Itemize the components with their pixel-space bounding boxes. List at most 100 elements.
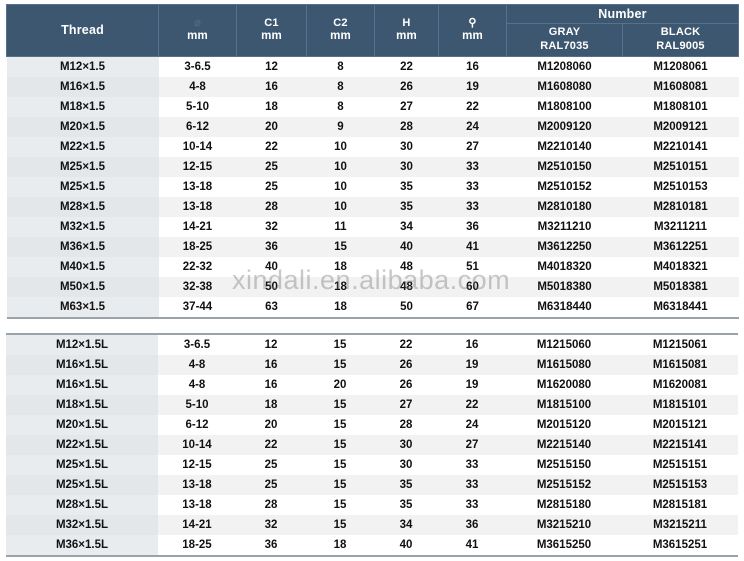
table-row: M40×1.5 22-32 40 18 48 51 M4018320 M4018321 (6, 256, 739, 277)
column-header-c2: C2 mm (306, 4, 375, 57)
cell-h: 35 (374, 474, 438, 495)
cell-part-number-gray: M2510150 (506, 156, 623, 177)
cell-h: 35 (374, 196, 439, 217)
cell-part-number-black: M3612251 (622, 236, 739, 257)
cell-c1: 25 (236, 474, 306, 495)
table-row: M12×1.5L 3-6.5 12 15 22 16 M1215060 M1215061 (6, 332, 738, 355)
cell-c2: 11 (306, 216, 375, 237)
cell-diameter-range: 6-12 (158, 116, 237, 137)
cell-part-number-gray: M2515150 (506, 454, 622, 475)
cell-thread: M20×1.5 (6, 116, 159, 137)
cell-h: 40 (374, 534, 438, 557)
cell-part-number-black: M1615081 (622, 354, 738, 375)
cell-diameter-range: 12-15 (158, 454, 236, 475)
cell-part-number-gray: M2810180 (506, 196, 623, 217)
cell-h: 35 (374, 494, 438, 515)
cell-part-number-black: M3615251 (622, 534, 738, 557)
cell-h: 30 (374, 434, 438, 455)
cell-part-number-gray: M1815100 (506, 394, 622, 415)
cell-spanner: 60 (438, 276, 507, 297)
table-row: M20×1.5 6-12 20 9 28 24 M2009120 M2009121 (6, 116, 739, 137)
cell-spanner: 51 (438, 256, 507, 277)
cell-part-number-gray: M1808100 (506, 96, 623, 117)
cell-part-number-black: M1208061 (622, 56, 739, 77)
cell-h: 28 (374, 116, 439, 137)
cell-thread: M40×1.5 (6, 256, 159, 277)
cell-spanner: 16 (438, 56, 507, 77)
cell-diameter-range: 4-8 (158, 374, 236, 395)
table-row: M32×1.5L 14-21 32 15 34 36 M3215210 M3215211 (6, 514, 738, 535)
spanner-unit: mm (462, 30, 483, 43)
cell-c2: 15 (306, 414, 374, 435)
cell-diameter-range: 10-14 (158, 136, 237, 157)
table-row: M25×1.5 12-15 25 10 30 33 M2510150 M2510151 (6, 156, 739, 177)
cell-thread: M16×1.5 (6, 76, 159, 97)
cell-part-number-black: M2815181 (622, 494, 738, 515)
cell-part-number-gray: M1615080 (506, 354, 622, 375)
cell-c1: 25 (236, 454, 306, 475)
cell-thread: M32×1.5 (6, 216, 159, 237)
cell-diameter-range: 13-18 (158, 474, 236, 495)
cell-c2: 15 (306, 474, 374, 495)
cell-thread: M50×1.5 (6, 276, 159, 297)
cell-c2: 15 (306, 332, 374, 355)
cell-part-number-black: M2215141 (622, 434, 738, 455)
cell-c1: 16 (236, 374, 306, 395)
cell-part-number-gray: M2515152 (506, 474, 622, 495)
cell-thread: M36×1.5 (6, 236, 159, 257)
cell-spanner: 33 (438, 196, 507, 217)
cell-part-number-black: M2210141 (622, 136, 739, 157)
cell-thread: M25×1.5L (6, 474, 158, 495)
cell-part-number-gray: M1208060 (506, 56, 623, 77)
cell-diameter-range: 13-18 (158, 494, 236, 515)
column-header-c1: C1 mm (236, 4, 307, 57)
cell-part-number-black: M1608081 (622, 76, 739, 97)
gray-name: GRAY (548, 26, 581, 38)
cell-c1: 25 (236, 156, 307, 177)
cell-diameter-range: 6-12 (158, 414, 236, 435)
cell-part-number-gray: M1608080 (506, 76, 623, 97)
table-body-standard: M12×1.5 3-6.5 12 8 22 16 M1208060 M1208061 M16×1… (6, 56, 739, 319)
cell-part-number-gray: M3612250 (506, 236, 623, 257)
table-row: M25×1.5 13-18 25 10 35 33 M2510152 M2510153 (6, 176, 739, 197)
cell-c1: 12 (236, 56, 307, 77)
cell-thread: M20×1.5L (6, 414, 158, 435)
cell-diameter-range: 5-10 (158, 394, 236, 415)
cell-part-number-black: M5018381 (622, 276, 739, 297)
table-body-long: M12×1.5L 3-6.5 12 15 22 16 M1215060 M1215061 M16… (6, 332, 738, 557)
cell-thread: M25×1.5 (6, 176, 159, 197)
cell-c1: 63 (236, 296, 307, 319)
h-label: H (402, 17, 411, 30)
cell-h: 35 (374, 176, 439, 197)
cell-spanner: 24 (438, 414, 506, 435)
cell-part-number-black: M2810181 (622, 196, 739, 217)
cell-c1: 22 (236, 136, 307, 157)
diameter-unit: mm (187, 30, 208, 43)
cell-c1: 20 (236, 414, 306, 435)
column-header-number: Number (506, 4, 739, 24)
cell-spanner: 33 (438, 176, 507, 197)
cell-part-number-black: M2510153 (622, 176, 739, 197)
cell-h: 30 (374, 156, 439, 177)
cell-diameter-range: 18-25 (158, 534, 236, 557)
cell-diameter-range: 22-32 (158, 256, 237, 277)
table-row: M18×1.5 5-10 18 8 27 22 M1808100 M1808101 (6, 96, 739, 117)
cell-diameter-range: 12-15 (158, 156, 237, 177)
spec-sheet: Thread ⌀ mm C1 mm C2 mm H mm ⚲ mm Number… (0, 0, 744, 561)
cell-part-number-gray: M4018320 (506, 256, 623, 277)
cell-c2: 10 (306, 176, 375, 197)
cell-diameter-range: 4-8 (158, 76, 237, 97)
cell-thread: M12×1.5 (6, 56, 159, 77)
cell-c1: 25 (236, 176, 307, 197)
cable-gland-standard-table: Thread ⌀ mm C1 mm C2 mm H mm ⚲ mm Number… (6, 4, 739, 319)
column-header-spanner: ⚲ mm (438, 4, 507, 57)
table-row: M16×1.5L 4-8 16 15 26 19 M1615080 M1615081 (6, 354, 738, 375)
cell-part-number-gray: M2510152 (506, 176, 623, 197)
cell-c2: 18 (306, 276, 375, 297)
cell-part-number-black: M2515153 (622, 474, 738, 495)
cable-gland-long-table: M12×1.5L 3-6.5 12 15 22 16 M1215060 M1215061 M16… (6, 332, 738, 557)
table-row: M28×1.5 13-18 28 10 35 33 M2810180 M2810181 (6, 196, 739, 217)
cell-part-number-black: M2009121 (622, 116, 739, 137)
header-row-primary: Thread ⌀ mm C1 mm C2 mm H mm ⚲ mm Number (6, 4, 739, 57)
cell-part-number-gray: M2009120 (506, 116, 623, 137)
